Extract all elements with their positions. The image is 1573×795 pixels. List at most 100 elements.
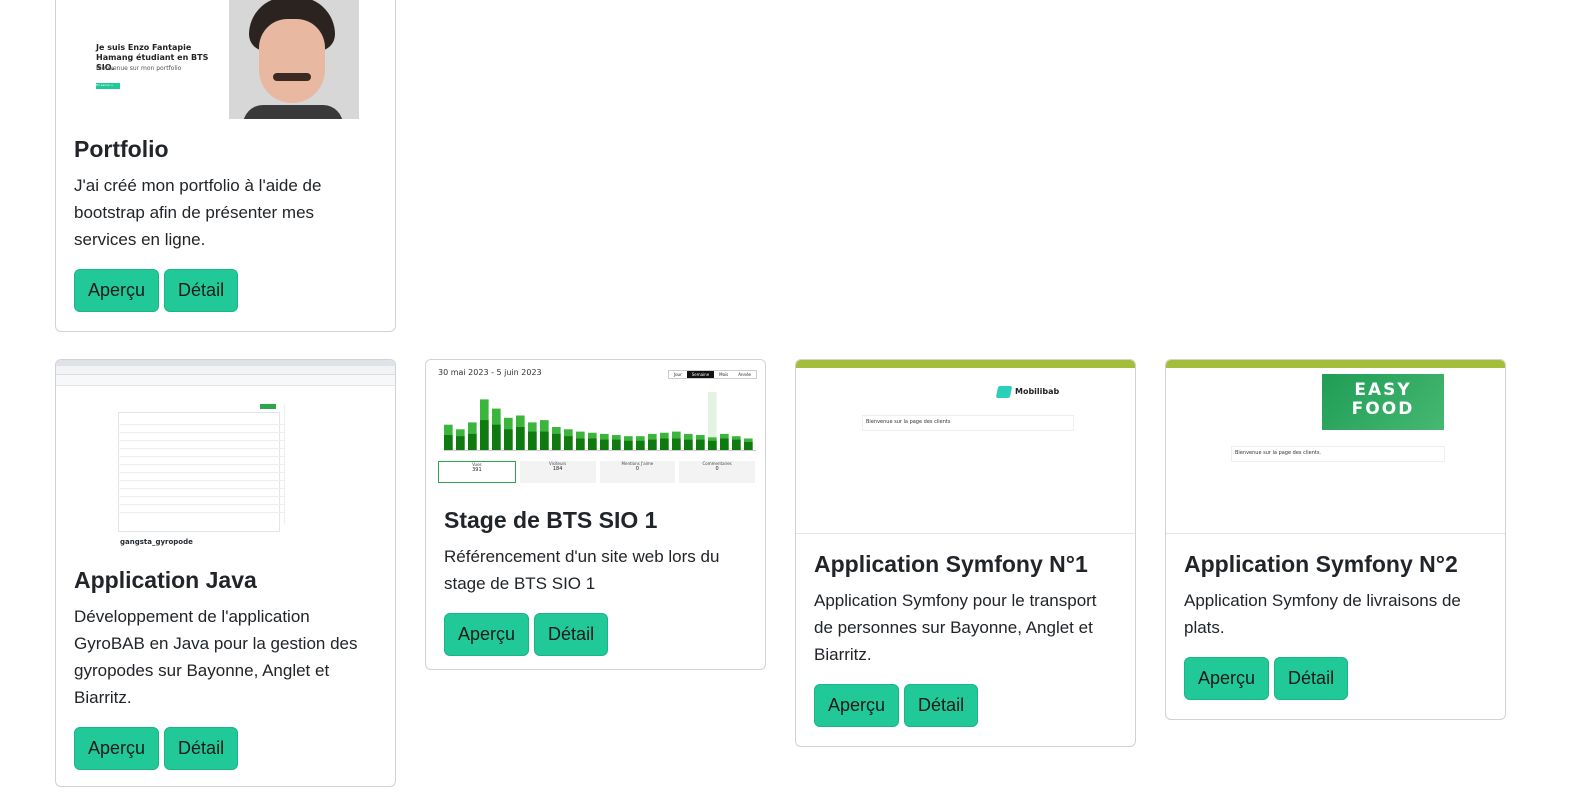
card-text: Application Symfony de livraisons de pla…	[1184, 590, 1461, 637]
bar-visitors	[516, 427, 525, 450]
bar-visitors	[732, 439, 741, 450]
bar-visitors	[612, 439, 621, 450]
bar-visitors	[744, 441, 753, 450]
stat-value: 391	[472, 467, 482, 473]
detail-button[interactable]: Détail	[1274, 656, 1349, 700]
logo-line-2: FOOD	[1351, 399, 1415, 419]
bar-visitors	[444, 435, 453, 450]
easyfood-logo: EASY FOOD	[1322, 374, 1444, 430]
thumb-subtitle: Bienvenue sur mon portfolio	[96, 65, 182, 72]
bar-visitors	[576, 438, 585, 450]
bar-visitors	[504, 429, 513, 450]
card-body: Application Symfony N°2 Application Symf…	[1166, 534, 1505, 718]
preview-button[interactable]: Aperçu	[74, 726, 160, 770]
bar-visitors	[672, 438, 681, 450]
github-thumbnail: gangsta_gyropode	[56, 360, 395, 550]
chart-date-range: 30 mai 2023 - 5 juin 2023	[438, 368, 542, 377]
bar-visitors	[636, 440, 645, 450]
bar-visitors	[552, 433, 561, 450]
mobilibab-logo-icon	[995, 386, 1013, 398]
bar-visitors	[564, 436, 573, 450]
card-body: Application Java Développement de l'appl…	[56, 550, 395, 786]
range-tab[interactable]: Mois	[714, 371, 733, 378]
card-title: Application Symfony N°1	[814, 551, 1088, 577]
detail-button[interactable]: Détail	[164, 268, 239, 312]
card-text: Application Symfony pour le transport de…	[814, 590, 1097, 664]
thumb-button: En savoir +	[96, 83, 120, 89]
bar-visitors	[528, 431, 537, 450]
site-navbar	[1166, 360, 1505, 368]
bar-visitors	[468, 433, 477, 450]
portrait-face	[259, 19, 325, 103]
card-actions: Aperçu Détail	[74, 726, 377, 770]
bar-visitors	[600, 439, 609, 450]
bar-visitors	[696, 439, 705, 450]
traffic-chart	[444, 392, 756, 451]
detail-button[interactable]: Détail	[904, 683, 979, 727]
github-nav	[56, 375, 395, 386]
preview-button[interactable]: Aperçu	[444, 612, 530, 656]
project-card-symfony-1: Mobilibab Bienvenue sur la page des clie…	[795, 359, 1136, 747]
bar-visitors	[720, 438, 729, 450]
preview-button[interactable]: Aperçu	[814, 683, 900, 727]
card-title: Portfolio	[74, 136, 169, 162]
stat-box: Mentions J'aime 0	[599, 461, 676, 483]
project-card-java: gangsta_gyropode Application Java Dévelo…	[55, 359, 396, 787]
brand-name: Mobilibab	[1015, 387, 1060, 396]
welcome-text: Bienvenue sur la page des clients.	[1235, 450, 1322, 456]
bar-visitors	[492, 424, 501, 450]
range-tab[interactable]: Semaine	[686, 371, 715, 378]
portrait-shirt	[243, 105, 343, 119]
range-tab[interactable]: Année	[733, 371, 756, 378]
repo-readme-title: gangsta_gyropode	[120, 538, 193, 546]
detail-button[interactable]: Détail	[534, 612, 609, 656]
project-card-symfony-2: EASY FOOD Bienvenue sur la page des clie…	[1165, 359, 1506, 720]
logo-line-1: EASY	[1354, 380, 1412, 400]
stat-value: 0	[715, 466, 719, 472]
stat-box: Visiteurs 184	[519, 461, 596, 483]
bar-visitors	[588, 438, 597, 450]
stats-row: Vues 391 Visiteurs 184 Mentions J'aime 0…	[438, 461, 755, 483]
site-navbar	[796, 360, 1135, 368]
card-text: Développement de l'application GyroBAB e…	[74, 606, 358, 707]
bar-visitors	[540, 431, 549, 450]
card-text: J'ai créé mon portfolio à l'aide de boot…	[74, 175, 322, 249]
card-actions: Aperçu Détail	[444, 612, 747, 656]
card-text: Référencement d'un site web lors du stag…	[444, 546, 720, 593]
stat-value: 0	[635, 466, 639, 472]
card-title: Application Symfony N°2	[1184, 551, 1458, 577]
bar-visitors	[480, 420, 489, 450]
range-tab[interactable]: Jour	[669, 371, 687, 378]
card-body: Application Symfony N°1 Application Symf…	[796, 534, 1135, 745]
stat-box: Vues 391	[438, 461, 516, 483]
welcome-text: Bienvenue sur la page des clients	[866, 419, 951, 425]
bar-visitors	[708, 440, 717, 450]
preview-button[interactable]: Aperçu	[1184, 656, 1270, 700]
bar-visitors	[660, 438, 669, 450]
code-button	[260, 404, 276, 409]
bar-visitors	[624, 440, 633, 450]
stat-value: 184	[552, 466, 563, 472]
detail-button[interactable]: Détail	[164, 726, 239, 770]
card-actions: Aperçu Détail	[814, 683, 1117, 727]
stats-thumbnail: 30 mai 2023 - 5 juin 2023 Jour Semaine M…	[426, 360, 765, 490]
bar-visitors	[648, 439, 657, 450]
bar-visitors	[684, 439, 693, 450]
preview-button[interactable]: Aperçu	[74, 268, 160, 312]
about-sidebar	[284, 404, 341, 524]
welcome-box: Bienvenue sur la page des clients.	[1231, 446, 1445, 462]
stat-box: Commentaires 0	[679, 461, 755, 483]
portfolio-thumbnail: Je suis Enzo Fantapie Hamang étudiant en…	[56, 0, 395, 119]
card-actions: Aperçu Détail	[1184, 656, 1487, 700]
mobilibab-thumbnail: Mobilibab Bienvenue sur la page des clie…	[796, 360, 1135, 534]
project-card-stage: 30 mai 2023 - 5 juin 2023 Jour Semaine M…	[425, 359, 766, 670]
portrait-mustache	[273, 73, 311, 81]
project-card-portfolio: Je suis Enzo Fantapie Hamang étudiant en…	[55, 0, 396, 332]
bar-visitors	[456, 436, 465, 450]
card-body: Stage de BTS SIO 1 Référencement d'un si…	[426, 490, 765, 669]
card-title: Stage de BTS SIO 1	[444, 507, 658, 533]
card-body: Portfolio J'ai créé mon portfolio à l'ai…	[56, 119, 395, 330]
card-title: Application Java	[74, 567, 257, 593]
welcome-box: Bienvenue sur la page des clients	[862, 415, 1074, 431]
easyfood-thumbnail: EASY FOOD Bienvenue sur la page des clie…	[1166, 360, 1505, 534]
